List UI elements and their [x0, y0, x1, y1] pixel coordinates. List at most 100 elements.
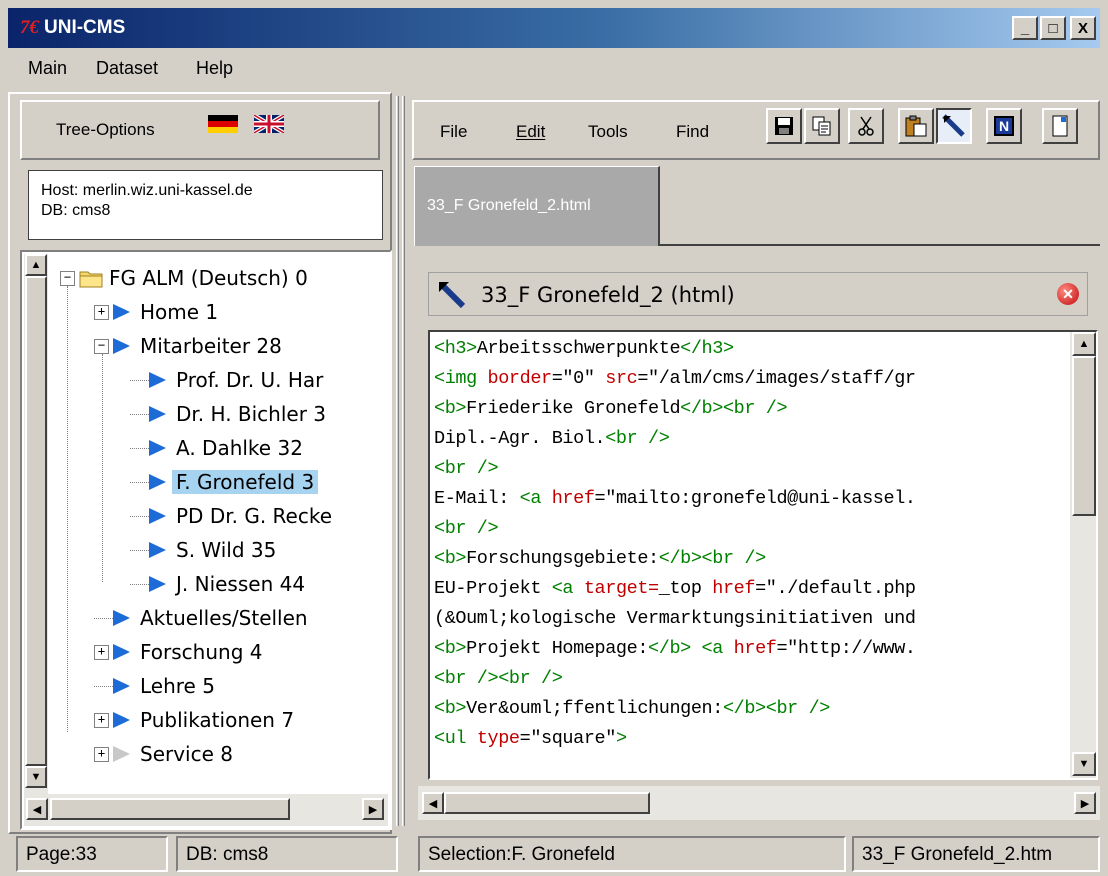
tree-options-label: Tree-Options — [56, 120, 155, 139]
page-triangle-icon — [149, 474, 166, 490]
menu-tools[interactable]: Tools — [588, 122, 628, 142]
code-editor[interactable]: <h3>Arbeitsschwerpunkte</h3> <img border=… — [428, 330, 1098, 780]
page-triangle-icon — [149, 406, 166, 422]
save-icon[interactable] — [766, 108, 802, 144]
menu-help[interactable]: Help — [196, 58, 233, 79]
collapse-icon[interactable]: − — [94, 338, 109, 354]
menu-file[interactable]: File — [440, 122, 467, 142]
tree-item[interactable]: − FG ALM (Deutsch) 0 — [60, 262, 308, 294]
menu-find[interactable]: Find — [676, 122, 709, 142]
editor-scroll-thumb[interactable] — [1072, 356, 1096, 516]
tab-baseline — [660, 244, 1100, 246]
code-line: <h3>Arbeitsschwerpunkte</h3> — [434, 338, 734, 359]
expand-icon[interactable]: + — [94, 712, 109, 728]
status-file: 33_F Gronefeld_2.htm — [852, 836, 1100, 872]
tree-item-label: Publikationen 7 — [140, 708, 295, 732]
page-triangle-icon — [149, 508, 166, 524]
code-line: E-Mail: <a href="mailto:gronefeld@uni-ka… — [434, 488, 916, 509]
db-label: DB: cms8 — [41, 202, 111, 219]
code-line: <b>Forschungsgebiete:</b><br /> — [434, 548, 766, 569]
scroll-down-button[interactable]: ▼ — [25, 766, 47, 788]
tree-item[interactable]: PD Dr. G. Recke — [130, 500, 332, 532]
tree-options-button[interactable]: Tree-Options — [20, 100, 380, 160]
close-button[interactable]: X — [1070, 16, 1096, 40]
code-line: <b>Friederike Gronefeld</b><br /> — [434, 398, 788, 419]
close-document-icon[interactable]: ✕ — [1057, 283, 1079, 305]
app-logo: 7€ — [20, 17, 39, 38]
page-triangle-icon — [113, 338, 130, 354]
tree-connector — [130, 549, 149, 551]
tab-document[interactable]: 33_F Gronefeld_2.html — [414, 166, 660, 246]
menu-edit[interactable]: Edit — [516, 122, 545, 142]
tree-item[interactable]: + Home 1 — [94, 296, 218, 328]
tree-item[interactable]: Prof. Dr. U. Har — [130, 364, 323, 396]
edit-tool-icon[interactable] — [936, 108, 972, 144]
tree-item[interactable]: Aktuelles/Stellen — [94, 602, 308, 634]
expand-icon[interactable]: + — [94, 304, 109, 320]
editor-hscroll-thumb[interactable] — [444, 792, 650, 814]
page-triangle-icon — [149, 372, 166, 388]
tree-item[interactable]: + Publikationen 7 — [94, 704, 294, 736]
editor-horizontal-scrollbar[interactable]: ◀ ▶ — [418, 786, 1100, 820]
editor-scroll-up-button[interactable]: ▲ — [1072, 332, 1096, 356]
scroll-up-button[interactable]: ▲ — [25, 254, 47, 276]
scroll-left-button[interactable]: ◀ — [26, 798, 48, 820]
code-line: <img border="0" src="/alm/cms/images/sta… — [434, 368, 916, 389]
scroll-right-button[interactable]: ▶ — [362, 798, 384, 820]
tree-connector — [130, 379, 149, 381]
app-title: UNI-CMS — [44, 17, 126, 38]
tree-connector — [130, 515, 149, 517]
n-icon[interactable]: N — [986, 108, 1022, 144]
title-bar[interactable]: 7€ UNI-CMS _ □ X — [8, 8, 1100, 48]
scroll-thumb[interactable] — [25, 276, 47, 766]
tree-item-label: Dr. H. Bichler 3 — [176, 402, 327, 426]
document-edit-icon — [438, 281, 466, 309]
host-label: Host: merlin.wiz.uni-kassel.de — [41, 182, 253, 199]
editor-scroll-left-button[interactable]: ◀ — [422, 792, 444, 814]
maximize-button[interactable]: □ — [1040, 16, 1066, 40]
tree-item-label: FG ALM (Deutsch) 0 — [109, 266, 308, 290]
tree-item-label: A. Dahlke 32 — [176, 436, 303, 460]
tree-item-label: Aktuelles/Stellen — [140, 606, 308, 630]
tree-item-label: Home 1 — [140, 300, 219, 324]
tree-horizontal-scrollbar[interactable]: ◀ ▶ — [24, 794, 388, 826]
tree-item[interactable]: J. Niessen 44 — [130, 568, 305, 600]
minimize-button[interactable]: _ — [1012, 16, 1038, 40]
tree-item[interactable]: F. Gronefeld 3 — [130, 466, 319, 498]
tree-item-label: Lehre 5 — [140, 674, 215, 698]
tree-item[interactable]: Lehre 5 — [94, 670, 215, 702]
copy-icon[interactable] — [804, 108, 840, 144]
hscroll-thumb[interactable] — [50, 798, 290, 820]
tree-item-label: F. Gronefeld 3 — [172, 470, 319, 494]
tree-item[interactable]: A. Dahlke 32 — [130, 432, 303, 464]
tree-item-label: Prof. Dr. U. Har — [176, 368, 324, 392]
collapse-icon[interactable]: − — [60, 270, 75, 286]
document-title: 33_F Gronefeld_2 (html) — [481, 283, 735, 307]
editor-scroll-right-button[interactable]: ▶ — [1074, 792, 1096, 814]
tree-item-label: PD Dr. G. Recke — [176, 504, 333, 528]
connection-info: Host: merlin.wiz.uni-kassel.de DB: cms8 — [28, 170, 383, 240]
pane-splitter[interactable] — [392, 96, 410, 826]
expand-icon[interactable]: + — [94, 644, 109, 660]
tree-item[interactable]: + Forschung 4 — [94, 636, 262, 668]
paste-icon[interactable] — [898, 108, 934, 144]
editor-vertical-scrollbar[interactable]: ▲ ▼ — [1070, 332, 1096, 778]
german-flag-icon[interactable] — [208, 115, 238, 133]
menu-dataset[interactable]: Dataset — [96, 58, 158, 79]
tree-item[interactable]: − Mitarbeiter 28 — [94, 330, 282, 362]
page-tree[interactable]: − FG ALM (Deutsch) 0 + Home 1− Mitarbeiter 2… — [20, 250, 392, 830]
tree-item[interactable]: Dr. H. Bichler 3 — [130, 398, 326, 430]
tree-item[interactable]: S. Wild 35 — [130, 534, 276, 566]
code-line: Dipl.-Agr. Biol.<br /> — [434, 428, 670, 449]
expand-icon[interactable]: + — [94, 746, 109, 762]
cut-icon[interactable] — [848, 108, 884, 144]
code-line: <br /> — [434, 518, 499, 539]
new-page-icon[interactable] — [1042, 108, 1078, 144]
code-line: <ul type="square"> — [434, 728, 627, 749]
tree-vertical-scrollbar[interactable]: ▲ ▼ — [24, 254, 48, 794]
editor-scroll-down-button[interactable]: ▼ — [1072, 752, 1096, 776]
tree-item[interactable]: + Service 8 — [94, 738, 233, 770]
menu-main[interactable]: Main — [28, 58, 67, 79]
menu-bar: Main Dataset Help — [8, 50, 1100, 90]
uk-flag-icon[interactable] — [254, 115, 284, 133]
